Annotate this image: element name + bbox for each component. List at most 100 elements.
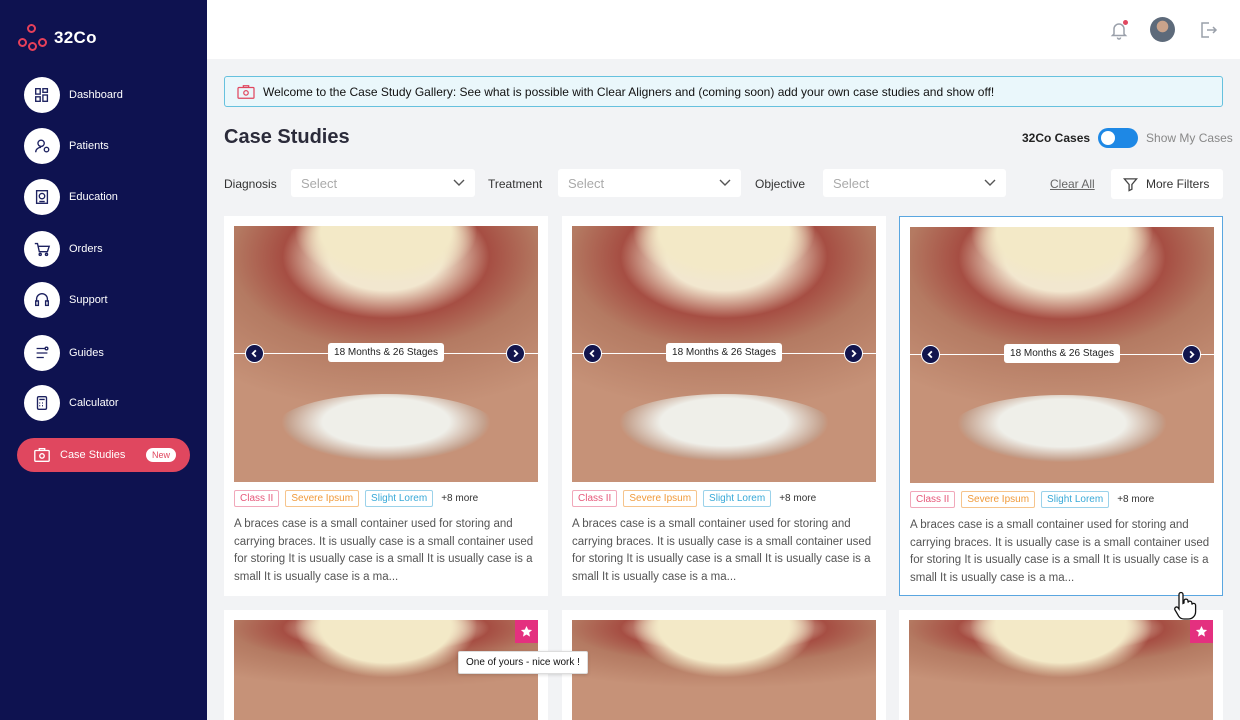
- diagnosis-placeholder: Select: [301, 175, 338, 191]
- case-photo: 18 Months & 26 Stages: [910, 227, 1214, 483]
- new-badge: New: [145, 448, 176, 462]
- upper-teeth-image: [294, 620, 478, 678]
- tag[interactable]: Class II: [572, 490, 618, 507]
- dashboard-icon: [24, 77, 60, 113]
- sidebar-item-label: Patients: [69, 140, 109, 152]
- tag-list: Class II Severe Ipsum Slight Lorem +8 mo…: [910, 491, 1154, 508]
- headset-icon: [24, 282, 60, 318]
- lower-teeth-image: [274, 394, 498, 464]
- tag[interactable]: Slight Lorem: [365, 490, 434, 507]
- case-photo: 18 Months & 26 Stages: [234, 226, 538, 482]
- avatar[interactable]: [1150, 17, 1175, 42]
- lower-teeth-image: [612, 394, 836, 464]
- calculator-icon: [24, 385, 60, 421]
- toggle-label-my-cases: Show My Cases: [1146, 131, 1233, 145]
- tag[interactable]: Severe Ipsum: [285, 490, 360, 507]
- sidebar-item-label: Case Studies: [60, 449, 126, 461]
- stage-label: 18 Months & 26 Stages: [1004, 344, 1120, 363]
- case-card[interactable]: 18 Months & 26 Stages Class II Severe Ip…: [562, 216, 886, 596]
- tag[interactable]: Slight Lorem: [1041, 491, 1110, 508]
- logo-icon: [16, 22, 48, 54]
- favorite-star-button[interactable]: [1190, 620, 1213, 643]
- objective-select[interactable]: Select: [823, 169, 1006, 197]
- previous-button[interactable]: [583, 344, 602, 363]
- logout-button[interactable]: [1196, 18, 1220, 42]
- sidebar-item-calculator[interactable]: Calculator: [24, 384, 194, 422]
- sidebar-item-education[interactable]: Education: [24, 178, 194, 216]
- tag-list: Class II Severe Ipsum Slight Lorem +8 mo…: [234, 490, 478, 507]
- notification-dot: [1123, 20, 1128, 25]
- case-icon: [237, 84, 255, 99]
- sidebar-item-label: Support: [69, 294, 108, 306]
- chevron-right-icon: [513, 349, 519, 358]
- case-card[interactable]: [899, 610, 1223, 720]
- upper-teeth-image: [632, 620, 816, 678]
- chevron-right-icon: [1189, 350, 1195, 359]
- next-button[interactable]: [506, 344, 525, 363]
- chevron-down-icon: [719, 176, 731, 188]
- case-studies-icon: [34, 448, 50, 462]
- tag[interactable]: Class II: [234, 490, 280, 507]
- notifications-button[interactable]: [1107, 18, 1131, 42]
- more-filters-label: More Filters: [1146, 177, 1210, 191]
- case-photo: [909, 620, 1213, 720]
- chevron-down-icon: [984, 176, 996, 188]
- more-tags[interactable]: +8 more: [1115, 494, 1154, 505]
- favorite-star-button[interactable]: [515, 620, 538, 643]
- sidebar: 32Co Dashboard Patients Education Orders…: [0, 0, 207, 720]
- cases-toggle-group: 32Co Cases Show My Cases: [1022, 128, 1233, 148]
- tag[interactable]: Severe Ipsum: [961, 491, 1036, 508]
- diagnosis-label: Diagnosis: [224, 177, 277, 191]
- case-card[interactable]: 18 Months & 26 Stages Class II Severe Ip…: [224, 216, 548, 596]
- case-card[interactable]: 18 Months & 26 Stages Class II Severe Ip…: [899, 216, 1223, 596]
- previous-button[interactable]: [245, 344, 264, 363]
- logo-text: 32Co: [54, 28, 97, 47]
- treatment-select[interactable]: Select: [558, 169, 741, 197]
- more-filters-button[interactable]: More Filters: [1111, 169, 1223, 199]
- sidebar-item-orders[interactable]: Orders: [24, 230, 194, 268]
- chevron-left-icon: [927, 350, 933, 359]
- sidebar-item-case-studies[interactable]: Case Studies New: [17, 438, 190, 472]
- sidebar-item-label: Guides: [69, 347, 104, 359]
- page-title: Case Studies: [224, 126, 350, 148]
- tag[interactable]: Severe Ipsum: [623, 490, 698, 507]
- sidebar-item-support[interactable]: Support: [24, 281, 194, 319]
- upper-teeth-image: [970, 227, 1154, 285]
- sidebar-item-label: Calculator: [69, 397, 119, 409]
- logo[interactable]: 32Co: [16, 22, 97, 54]
- clear-all-link[interactable]: Clear All: [1050, 177, 1095, 191]
- case-card[interactable]: [562, 610, 886, 720]
- tag[interactable]: Slight Lorem: [703, 490, 772, 507]
- education-icon: [24, 179, 60, 215]
- upper-teeth-image: [294, 226, 478, 284]
- chevron-down-icon: [453, 176, 465, 188]
- chevron-left-icon: [589, 349, 595, 358]
- tag-list: Class II Severe Ipsum Slight Lorem +8 mo…: [572, 490, 816, 507]
- sidebar-item-guides[interactable]: Guides: [24, 334, 194, 372]
- sidebar-item-dashboard[interactable]: Dashboard: [24, 76, 194, 114]
- more-tags[interactable]: +8 more: [777, 493, 816, 504]
- next-button[interactable]: [1182, 345, 1201, 364]
- upper-teeth-image: [632, 226, 816, 284]
- tag[interactable]: Class II: [910, 491, 956, 508]
- topbar: [207, 0, 1240, 59]
- stage-label: 18 Months & 26 Stages: [328, 343, 444, 362]
- logout-icon: [1201, 22, 1218, 38]
- filter-icon: [1123, 177, 1138, 192]
- cart-icon: [24, 231, 60, 267]
- objective-label: Objective: [755, 177, 806, 191]
- next-button[interactable]: [844, 344, 863, 363]
- sidebar-item-patients[interactable]: Patients: [24, 127, 194, 165]
- chevron-right-icon: [851, 349, 857, 358]
- more-tags[interactable]: +8 more: [439, 493, 478, 504]
- cases-toggle[interactable]: [1098, 128, 1139, 148]
- star-icon: [520, 625, 533, 637]
- patients-icon: [24, 128, 60, 164]
- case-description: A braces case is a small container used …: [572, 518, 872, 583]
- objective-placeholder: Select: [833, 175, 870, 191]
- treatment-label: Treatment: [488, 177, 543, 191]
- previous-button[interactable]: [921, 345, 940, 364]
- banner-text: Welcome to the Case Study Gallery: See w…: [263, 84, 995, 99]
- diagnosis-select[interactable]: Select: [291, 169, 475, 197]
- star-icon: [1195, 625, 1208, 637]
